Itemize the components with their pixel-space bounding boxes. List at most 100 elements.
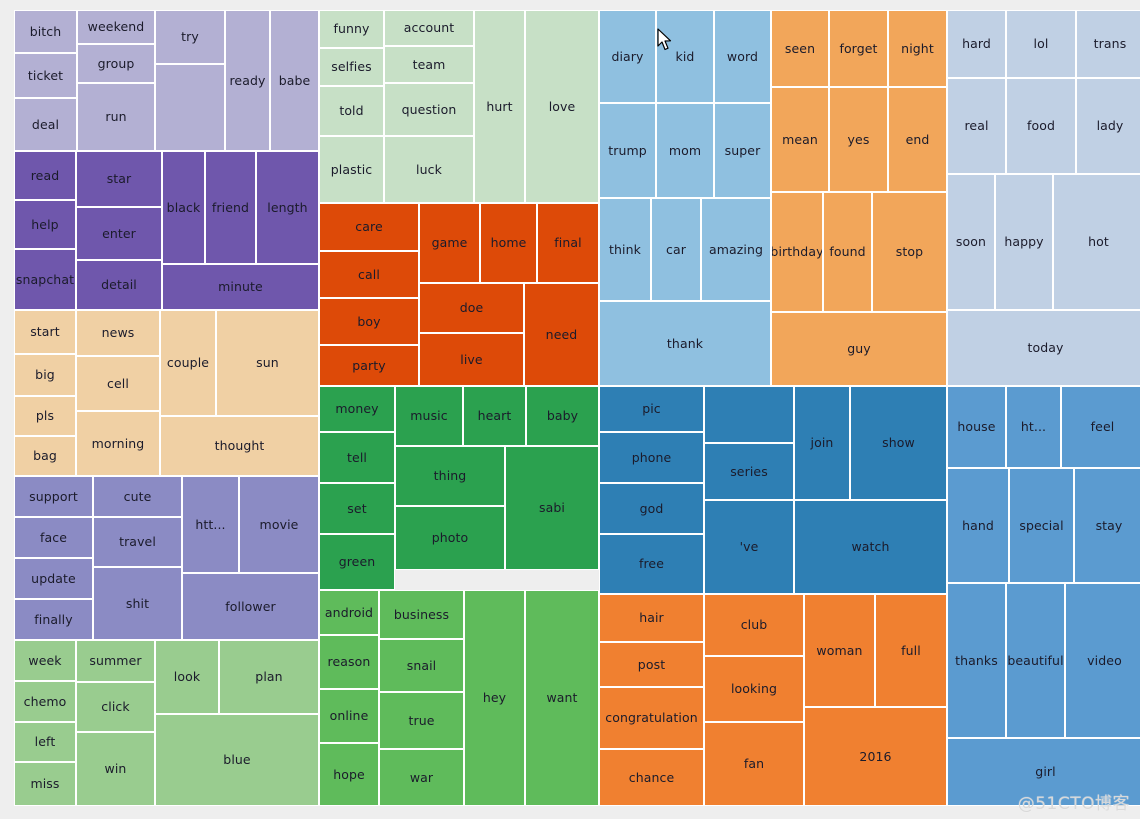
treemap-cell-trump[interactable]: trump <box>599 103 656 198</box>
treemap-cell-full[interactable]: full <box>875 594 947 707</box>
treemap-cell-need[interactable]: need <box>524 283 599 386</box>
treemap-cell-help[interactable]: help <box>14 200 76 249</box>
treemap-cell-friend[interactable]: friend <box>205 151 256 264</box>
treemap-cell-birthday[interactable]: birthday <box>771 192 823 312</box>
treemap-cell-ht[interactable]: ht... <box>1006 386 1061 468</box>
treemap-cell-house[interactable]: house <box>947 386 1006 468</box>
treemap-cell-unlabeled[interactable] <box>155 64 225 151</box>
treemap-cell-morning[interactable]: morning <box>76 411 160 476</box>
treemap-cell-online[interactable]: online <box>319 689 379 743</box>
treemap-cell-ticket[interactable]: ticket <box>14 53 77 98</box>
treemap-cell-hand[interactable]: hand <box>947 468 1009 583</box>
treemap-cell-pls[interactable]: pls <box>14 396 76 436</box>
treemap-cell-want[interactable]: want <box>525 590 599 806</box>
treemap-cell-cute[interactable]: cute <box>93 476 182 517</box>
treemap-cell-chance[interactable]: chance <box>599 749 704 806</box>
treemap-cell-start[interactable]: start <box>14 310 76 354</box>
treemap-cell-love[interactable]: love <box>525 10 599 203</box>
treemap-cell-team[interactable]: team <box>384 46 474 83</box>
treemap-cell-yes[interactable]: yes <box>829 87 888 192</box>
treemap-cell-watch[interactable]: watch <box>794 500 947 594</box>
treemap-cell-soon[interactable]: soon <box>947 174 995 310</box>
treemap-cell-show[interactable]: show <box>850 386 947 500</box>
treemap-cell-war[interactable]: war <box>379 749 464 806</box>
treemap-cell-news[interactable]: news <box>76 310 160 356</box>
treemap-cell-update[interactable]: update <box>14 558 93 599</box>
treemap-cell-beautiful[interactable]: beautiful <box>1006 583 1065 738</box>
treemap-cell-group[interactable]: group <box>77 44 155 83</box>
treemap-cell-lol[interactable]: lol <box>1006 10 1076 78</box>
treemap-cell-phone[interactable]: phone <box>599 432 704 483</box>
treemap-cell-left[interactable]: left <box>14 722 76 762</box>
treemap-cell-game[interactable]: game <box>419 203 480 283</box>
treemap-cell-live[interactable]: live <box>419 333 524 386</box>
treemap-cell-heart[interactable]: heart <box>463 386 526 446</box>
treemap-cell-happy[interactable]: happy <box>995 174 1053 310</box>
treemap-cell-think[interactable]: think <box>599 198 651 301</box>
treemap-cell-question[interactable]: question <box>384 83 474 136</box>
treemap-cell-kid[interactable]: kid <box>656 10 714 103</box>
treemap-cell-money[interactable]: money <box>319 386 395 432</box>
treemap-cell-food[interactable]: food <box>1006 78 1076 174</box>
treemap-cell-diary[interactable]: diary <box>599 10 656 103</box>
treemap-cell-lady[interactable]: lady <box>1076 78 1140 174</box>
treemap-cell-green[interactable]: green <box>319 534 395 590</box>
treemap-cell-read[interactable]: read <box>14 151 76 200</box>
treemap-cell-babe[interactable]: babe <box>270 10 319 151</box>
treemap-cell-night[interactable]: night <box>888 10 947 87</box>
treemap-cell-detail[interactable]: detail <box>76 260 162 310</box>
treemap-cell-stay[interactable]: stay <box>1074 468 1140 583</box>
treemap-cell-thanks[interactable]: thanks <box>947 583 1006 738</box>
treemap-cell-end[interactable]: end <box>888 87 947 192</box>
treemap-cell-pic[interactable]: pic <box>599 386 704 432</box>
treemap-cell-2016[interactable]: 2016 <box>804 707 947 806</box>
treemap-cell-selfies[interactable]: selfies <box>319 48 384 86</box>
treemap-cell-call[interactable]: call <box>319 251 419 298</box>
treemap-cell-looking[interactable]: looking <box>704 656 804 722</box>
treemap-cell-snail[interactable]: snail <box>379 639 464 692</box>
treemap-cell-account[interactable]: account <box>384 10 474 46</box>
treemap-cell-click[interactable]: click <box>76 682 155 732</box>
treemap-cell-true[interactable]: true <box>379 692 464 749</box>
treemap-cell-htt[interactable]: htt... <box>182 476 239 573</box>
treemap-cell-hair[interactable]: hair <box>599 594 704 642</box>
treemap-cell-bitch[interactable]: bitch <box>14 10 77 53</box>
treemap-cell-feel[interactable]: feel <box>1061 386 1140 468</box>
treemap-cell-thought[interactable]: thought <box>160 416 319 476</box>
treemap-cell-fan[interactable]: fan <box>704 722 804 806</box>
treemap-cell-join[interactable]: join <box>794 386 850 500</box>
treemap-cell-try[interactable]: try <box>155 10 225 64</box>
treemap-cell-amazing[interactable]: amazing <box>701 198 771 301</box>
treemap-cell-weekend[interactable]: weekend <box>77 10 155 44</box>
treemap-cell-black[interactable]: black <box>162 151 205 264</box>
treemap-cell-hot[interactable]: hot <box>1053 174 1140 310</box>
treemap-cell-win[interactable]: win <box>76 732 155 806</box>
treemap-cell-face[interactable]: face <box>14 517 93 558</box>
treemap-cell-hope[interactable]: hope <box>319 743 379 806</box>
treemap-cell-home[interactable]: home <box>480 203 537 283</box>
treemap-cell-couple[interactable]: couple <box>160 310 216 416</box>
treemap-cell-sabi[interactable]: sabi <box>505 446 599 570</box>
treemap-cell-enter[interactable]: enter <box>76 207 162 260</box>
treemap-cell-trans[interactable]: trans <box>1076 10 1140 78</box>
treemap-cell-summer[interactable]: summer <box>76 640 155 682</box>
treemap-cell-music[interactable]: music <box>395 386 463 446</box>
treemap-cell-movie[interactable]: movie <box>239 476 319 573</box>
treemap-cell-hard[interactable]: hard <box>947 10 1006 78</box>
treemap-cell-video[interactable]: video <box>1065 583 1140 738</box>
treemap-cell-mom[interactable]: mom <box>656 103 714 198</box>
treemap-cell-android[interactable]: android <box>319 590 379 635</box>
treemap-cell-luck[interactable]: luck <box>384 136 474 203</box>
treemap-cell-plan[interactable]: plan <box>219 640 319 714</box>
treemap-cell-support[interactable]: support <box>14 476 93 517</box>
treemap-cell-tell[interactable]: tell <box>319 432 395 483</box>
treemap-cell-guy[interactable]: guy <box>771 312 947 386</box>
treemap-cell-special[interactable]: special <box>1009 468 1074 583</box>
treemap-cell-super[interactable]: super <box>714 103 771 198</box>
treemap-cell-finally[interactable]: finally <box>14 599 93 640</box>
treemap-cell-post[interactable]: post <box>599 642 704 687</box>
treemap-cell-star[interactable]: star <box>76 151 162 207</box>
treemap-cell-told[interactable]: told <box>319 86 384 136</box>
treemap-cell-ready[interactable]: ready <box>225 10 270 151</box>
treemap-cell-run[interactable]: run <box>77 83 155 151</box>
